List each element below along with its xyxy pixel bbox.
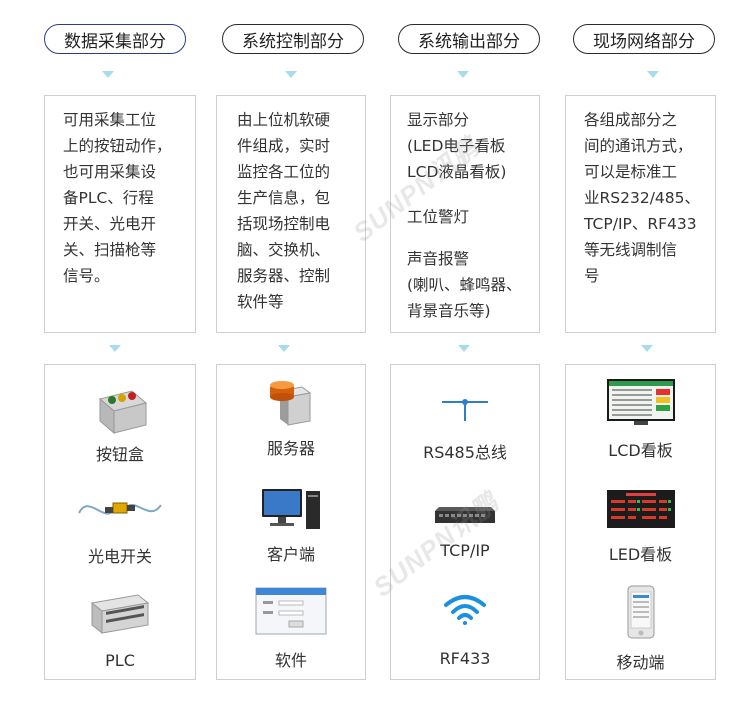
description-text: 可用采集工位 上的按钮动作， 也可用采集设 备PLC、行程 开关、光电开 关、扫…: [63, 111, 172, 285]
column-field-network: 现场网络部分 各组成部分之 间的通讯方式， 可以是标准工 业RS232/485、…: [560, 0, 750, 710]
component-item: RF433: [391, 573, 539, 677]
description-box: 由上位机软硬 件组成，实时 监控各工位的 生产信息，包 括现场控制电 脑、交换机…: [216, 95, 366, 333]
components-box: 按钮盒 光电开关 PLC: [44, 364, 196, 680]
bus-line-icon: [442, 399, 488, 421]
components-box: 服务器 客户端 软件: [216, 364, 366, 680]
component-label: 客户端: [266, 545, 315, 564]
component-item: 服务器: [217, 365, 365, 469]
down-arrow-icon: [647, 71, 659, 78]
description-text: 各组成部分之 间的通讯方式， 可以是标准工 业RS232/485、 TCP/IP…: [584, 111, 701, 285]
description-box: 可用采集工位 上的按钮动作， 也可用采集设 备PLC、行程 开关、光电开 关、扫…: [44, 95, 196, 333]
software-window-icon: [255, 587, 327, 635]
component-label: RF433: [439, 649, 491, 668]
down-arrow-icon: [285, 71, 297, 78]
down-arrow-icon: [457, 71, 469, 78]
component-item: 光电开关: [45, 469, 195, 573]
component-label: RS485总线: [423, 443, 507, 462]
description-box: 各组成部分之 间的通讯方式， 可以是标准工 业RS232/485、 TCP/IP…: [565, 95, 716, 333]
led-board-icon: [606, 490, 675, 528]
plc-icon: [90, 594, 150, 635]
component-item: 按钮盒: [45, 365, 195, 469]
component-item: RS485总线: [391, 365, 539, 469]
desktop-computer-icon: [262, 489, 320, 529]
column-title: 系统控制部分: [222, 24, 364, 54]
component-label: 软件: [274, 651, 307, 670]
component-item: LED看板: [566, 469, 715, 573]
column-data-collection: 数据采集部分 可用采集工位 上的按钮动作， 也可用采集设 备PLC、行程 开关、…: [0, 0, 200, 710]
description-text: 声音报警 (喇叭、蜂鸣器、 背景音乐等): [407, 250, 522, 320]
lcd-board-icon: [606, 379, 675, 425]
button-box-icon: [98, 390, 148, 435]
column-system-control: 系统控制部分 由上位机软硬 件组成，实时 监控各工位的 生产信息，包 括现场控制…: [200, 0, 380, 710]
component-label: LED看板: [608, 545, 673, 564]
component-label: 按钮盒: [95, 445, 144, 464]
component-label: 移动端: [616, 653, 665, 672]
column-title: 系统输出部分: [398, 24, 540, 54]
server-icon: [270, 381, 312, 426]
down-arrow-icon: [102, 71, 114, 78]
down-arrow-icon: [641, 345, 653, 352]
column-title: 数据采集部分: [44, 24, 186, 54]
component-label: LCD看板: [608, 441, 673, 460]
component-label: 光电开关: [87, 547, 152, 566]
component-label: 服务器: [266, 439, 315, 458]
mobile-phone-icon: [627, 585, 654, 639]
column-system-output: 系统输出部分 显示部分 (LED电子看板 LCD液晶看板) 工位警灯 声音报警 …: [380, 0, 560, 710]
component-item: LCD看板: [566, 365, 715, 469]
component-item: PLC: [45, 573, 195, 677]
components-box: LCD看板 LED看板 移动端: [565, 364, 716, 680]
down-arrow-icon: [278, 345, 290, 352]
column-title: 现场网络部分: [573, 24, 715, 54]
down-arrow-icon: [109, 345, 121, 352]
down-arrow-icon: [458, 345, 470, 352]
description-text: 由上位机软硬 件组成，实时 监控各工位的 生产信息，包 括现场控制电 脑、交换机…: [237, 111, 331, 311]
component-item: 客户端: [217, 469, 365, 573]
component-item: 软件: [217, 573, 365, 677]
wifi-icon: [444, 595, 486, 625]
component-item: 移动端: [566, 573, 715, 677]
component-label: PLC: [105, 651, 135, 670]
photoelectric-switch-icon: [78, 502, 162, 515]
